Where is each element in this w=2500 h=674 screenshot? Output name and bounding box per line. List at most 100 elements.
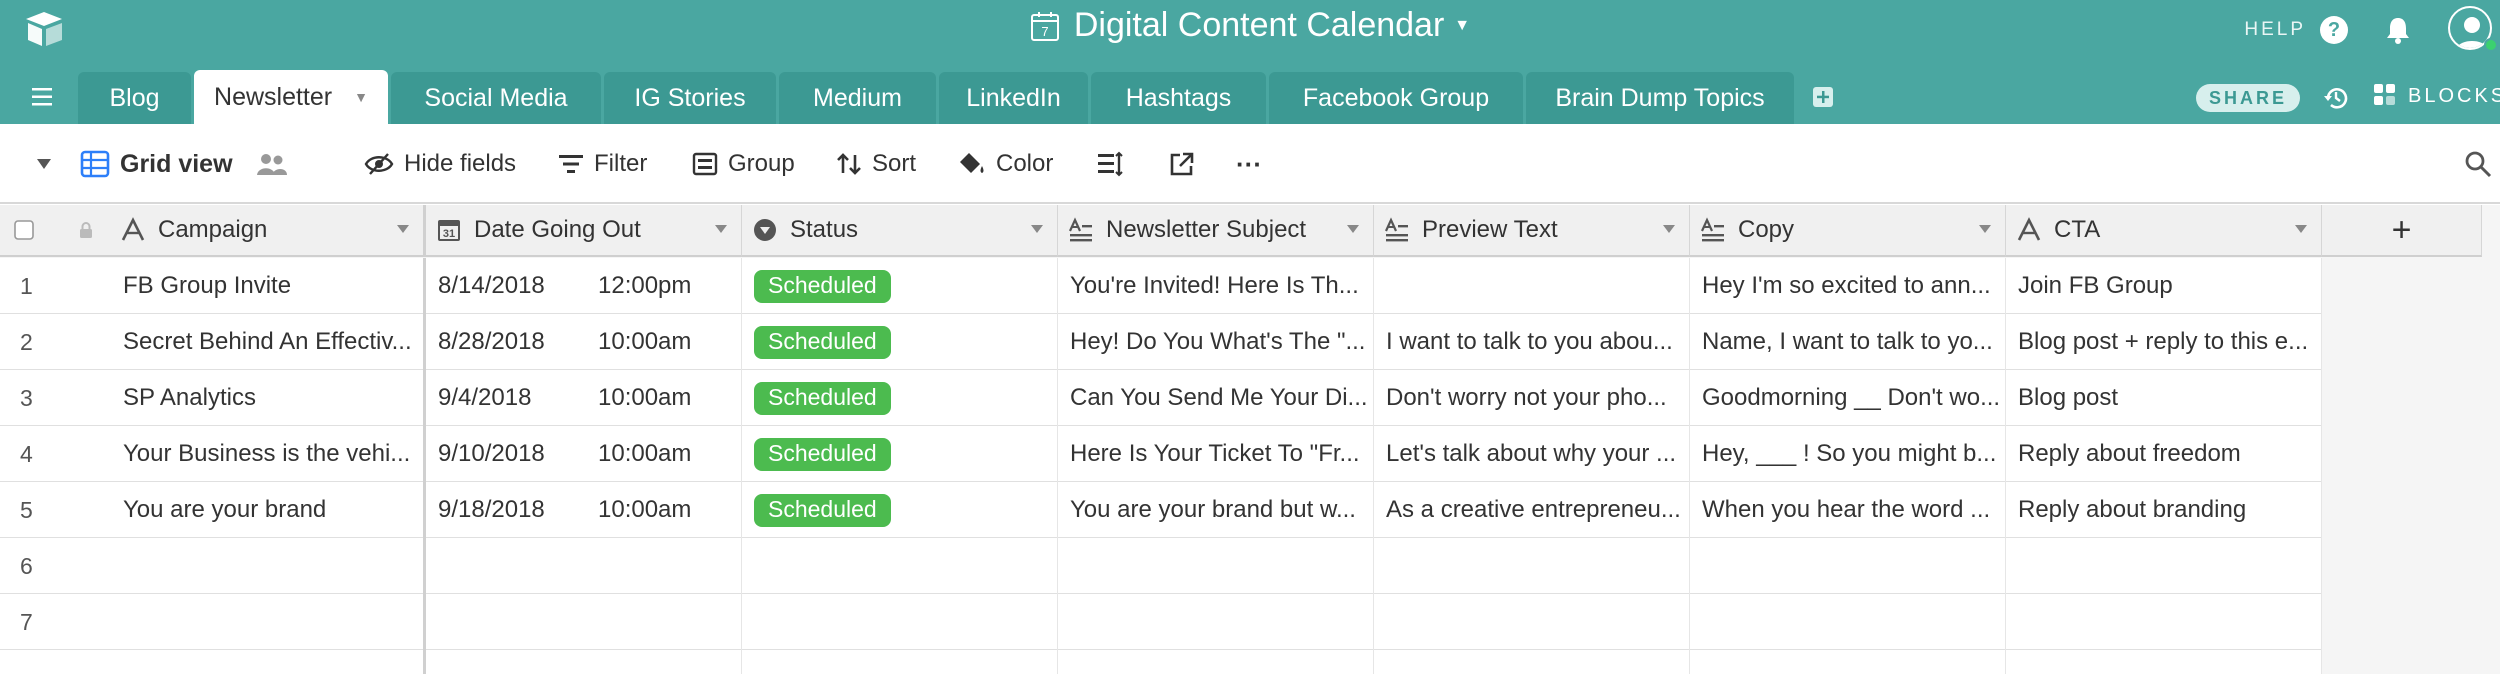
cell-preview-text[interactable]: I want to talk to you abou...: [1374, 314, 1690, 370]
search-icon[interactable]: [2464, 150, 2492, 178]
blocks-button[interactable]: BLOCKS: [2372, 82, 2500, 110]
cell-cta[interactable]: Join FB Group: [2006, 258, 2322, 314]
tab-hashtags[interactable]: Hashtags: [1091, 72, 1266, 124]
table-row[interactable]: 1 FB Group Invite 8/14/2018 12:00pm Sche…: [0, 258, 2322, 314]
notifications-bell-icon[interactable]: [2384, 15, 2412, 45]
cell-cta[interactable]: [2006, 650, 2322, 674]
column-header-cta[interactable]: CTA: [2006, 205, 2322, 257]
tab-medium[interactable]: Medium: [779, 72, 936, 124]
cell-campaign[interactable]: Your Business is the vehi...: [110, 426, 426, 482]
cell-campaign[interactable]: FB Group Invite: [110, 258, 426, 314]
airtable-logo-icon[interactable]: [22, 8, 66, 52]
cell-campaign[interactable]: You are your brand: [110, 482, 426, 538]
cell-newsletter-subject[interactable]: You are your brand but w...: [1058, 482, 1374, 538]
row-height-icon[interactable]: [1096, 150, 1124, 178]
cell-status[interactable]: Scheduled: [742, 370, 1058, 426]
cell-copy[interactable]: [1690, 650, 2006, 674]
cell-preview-text[interactable]: [1374, 594, 1690, 650]
cell-status[interactable]: Scheduled: [742, 314, 1058, 370]
column-menu-caret-icon[interactable]: [1663, 225, 1675, 233]
cell-campaign[interactable]: Secret Behind An Effectiv...: [110, 314, 426, 370]
cell-copy[interactable]: [1690, 538, 2006, 594]
column-menu-caret-icon[interactable]: [1031, 225, 1043, 233]
cell-date-going-out[interactable]: 9/18/2018 10:00am: [426, 482, 742, 538]
more-options-icon[interactable]: ···: [1236, 124, 1262, 204]
tab-linkedin[interactable]: LinkedIn: [939, 72, 1088, 124]
cell-newsletter-subject[interactable]: You're Invited! Here Is Th...: [1058, 258, 1374, 314]
collaborative-view-icon[interactable]: [255, 151, 289, 177]
cell-preview-text[interactable]: Let's talk about why your ...: [1374, 426, 1690, 482]
cell-date-going-out[interactable]: 8/14/2018 12:00pm: [426, 258, 742, 314]
tab-facebook-group[interactable]: Facebook Group: [1269, 72, 1523, 124]
table-row[interactable]: 7: [0, 594, 2322, 650]
cell-copy[interactable]: Hey, ___ ! So you might b...: [1690, 426, 2006, 482]
column-header-copy[interactable]: Copy: [1690, 205, 2006, 257]
cell-cta[interactable]: Blog post + reply to this e...: [2006, 314, 2322, 370]
cell-newsletter-subject[interactable]: [1058, 650, 1374, 674]
view-switcher[interactable]: Grid view: [80, 124, 289, 204]
column-header-campaign[interactable]: Campaign: [0, 205, 426, 257]
color-button[interactable]: Color: [958, 124, 1053, 204]
hide-fields-button[interactable]: Hide fields: [364, 124, 516, 204]
cell-cta[interactable]: Reply about freedom: [2006, 426, 2322, 482]
group-button[interactable]: Group: [692, 124, 795, 204]
user-avatar[interactable]: [2448, 6, 2498, 54]
cell-cta[interactable]: Reply about branding: [2006, 482, 2322, 538]
cell-copy[interactable]: Name, I want to talk to yo...: [1690, 314, 2006, 370]
table-row[interactable]: 5 You are your brand 9/18/2018 10:00am S…: [0, 482, 2322, 538]
table-row[interactable]: 2 Secret Behind An Effectiv... 8/28/2018…: [0, 314, 2322, 370]
cell-newsletter-subject[interactable]: Hey! Do You What's The "...: [1058, 314, 1374, 370]
tab-blog[interactable]: Blog: [78, 72, 191, 124]
cell-copy[interactable]: Goodmorning __ Don't wo...: [1690, 370, 2006, 426]
table-row[interactable]: 4 Your Business is the vehi... 9/10/2018…: [0, 426, 2322, 482]
column-header-date-going-out[interactable]: 31 Date Going Out: [426, 205, 742, 257]
cell-preview-text[interactable]: [1374, 538, 1690, 594]
cell-status[interactable]: Scheduled: [742, 482, 1058, 538]
cell-newsletter-subject[interactable]: [1058, 538, 1374, 594]
help-label[interactable]: HELP: [2244, 19, 2306, 41]
cell-campaign[interactable]: [110, 594, 426, 650]
base-title-button[interactable]: 7 Digital Content Calendar ▼: [1030, 6, 1470, 45]
column-menu-caret-icon[interactable]: [715, 225, 727, 233]
cell-date-going-out[interactable]: 9/10/2018 10:00am: [426, 426, 742, 482]
cell-date-going-out[interactable]: [426, 650, 742, 674]
tab-social-media[interactable]: Social Media: [391, 72, 601, 124]
cell-newsletter-subject[interactable]: Can You Send Me Your Di...: [1058, 370, 1374, 426]
cell-copy[interactable]: When you hear the word ...: [1690, 482, 2006, 538]
cell-copy[interactable]: Hey I'm so excited to ann...: [1690, 258, 2006, 314]
cell-date-going-out[interactable]: 8/28/2018 10:00am: [426, 314, 742, 370]
column-header-preview-text[interactable]: Preview Text: [1374, 205, 1690, 257]
cell-preview-text[interactable]: Don't worry not your pho...: [1374, 370, 1690, 426]
cell-campaign[interactable]: SP Analytics: [110, 370, 426, 426]
column-menu-caret-icon[interactable]: [1347, 225, 1359, 233]
tab-brain-dump-topics[interactable]: Brain Dump Topics: [1526, 72, 1794, 124]
cell-status[interactable]: [742, 594, 1058, 650]
cell-cta[interactable]: [2006, 594, 2322, 650]
tab-ig-stories[interactable]: IG Stories: [604, 72, 776, 124]
cell-preview-text[interactable]: [1374, 650, 1690, 674]
sort-button[interactable]: Sort: [836, 124, 916, 204]
add-field-button[interactable]: +: [2322, 205, 2482, 257]
cell-newsletter-subject[interactable]: [1058, 594, 1374, 650]
cell-status[interactable]: [742, 650, 1058, 674]
cell-date-going-out[interactable]: 9/4/2018 10:00am: [426, 370, 742, 426]
select-all-checkbox[interactable]: [14, 220, 34, 240]
cell-campaign[interactable]: [110, 538, 426, 594]
help-icon[interactable]: ?: [2320, 16, 2348, 44]
cell-campaign[interactable]: [110, 650, 426, 674]
hamburger-menu-icon[interactable]: [30, 86, 56, 108]
view-list-caret-icon[interactable]: [36, 158, 52, 170]
share-view-icon[interactable]: [1168, 150, 1196, 178]
column-menu-caret-icon[interactable]: [1979, 225, 1991, 233]
filter-button[interactable]: Filter: [558, 124, 647, 204]
table-row[interactable]: 6: [0, 538, 2322, 594]
cell-status[interactable]: [742, 538, 1058, 594]
share-button[interactable]: SHARE: [2196, 84, 2300, 112]
cell-cta[interactable]: [2006, 538, 2322, 594]
table-row[interactable]: 8: [0, 650, 2322, 674]
cell-status[interactable]: Scheduled: [742, 426, 1058, 482]
add-table-icon[interactable]: [1812, 86, 1834, 108]
revision-history-icon[interactable]: [2322, 84, 2350, 112]
cell-newsletter-subject[interactable]: Here Is Your Ticket To "Fr...: [1058, 426, 1374, 482]
tab-newsletter[interactable]: Newsletter ▼: [194, 70, 388, 124]
